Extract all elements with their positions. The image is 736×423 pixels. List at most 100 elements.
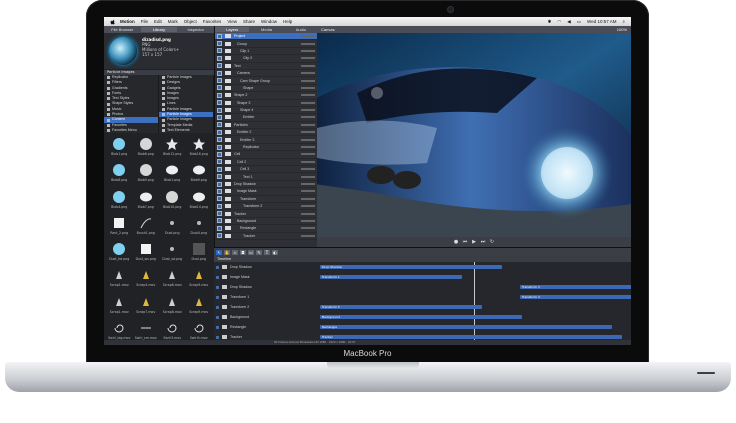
timeline-clip-bar[interactable]: Drop Shadow — [320, 265, 502, 269]
library-thumbnail[interactable]: Scrap9.mov — [187, 267, 212, 291]
library-thumbnail[interactable]: Rect_2.png — [107, 215, 132, 239]
layer-opacity-slider[interactable] — [301, 160, 315, 163]
shape-tool-icon[interactable]: ▭ — [248, 250, 254, 255]
track-enable-checkbox[interactable] — [216, 315, 219, 319]
layer-row[interactable]: Emitter 3 — [215, 136, 318, 144]
record-button[interactable]: ● — [454, 239, 459, 245]
layer-opacity-slider[interactable] — [301, 116, 315, 119]
library-thumbnail[interactable]: Blob1.png — [160, 162, 185, 186]
layer-row[interactable]: Transform 2 — [215, 203, 318, 211]
timeline-track-name[interactable]: Transform 2 — [214, 304, 317, 311]
library-thumbnail[interactable]: Scrap8.mov — [160, 294, 185, 318]
layer-row[interactable]: Text — [215, 63, 318, 70]
layer-opacity-slider[interactable] — [301, 168, 315, 171]
layer-visibility-checkbox[interactable] — [217, 85, 222, 91]
layer-opacity-slider[interactable] — [301, 219, 315, 222]
library-thumbnail[interactable]: Blob14.png — [187, 189, 212, 213]
layer-visibility-checkbox[interactable] — [217, 129, 222, 135]
library-thumbnail[interactable]: Blob9.png — [187, 162, 212, 186]
layer-row[interactable]: Transform — [215, 196, 318, 203]
layer-row[interactable]: Tracker — [215, 233, 318, 240]
library-thumbnail[interactable]: Blob16.png — [187, 136, 212, 160]
layer-row[interactable]: Cell — [215, 151, 318, 159]
layer-row[interactable]: Cell 3 — [215, 166, 318, 174]
playhead[interactable] — [474, 262, 475, 345]
timeline-track-name[interactable]: Transform 1 — [214, 294, 317, 301]
layer-visibility-checkbox[interactable] — [217, 78, 222, 84]
apple-menu-icon[interactable] — [110, 19, 116, 25]
track-enable-checkbox[interactable] — [216, 275, 219, 279]
layer-opacity-slider[interactable] — [301, 49, 315, 52]
library-thumbnail[interactable]: Blob7.png — [134, 189, 159, 213]
layer-row[interactable]: Group — [215, 40, 318, 48]
layer-row[interactable]: Particles — [215, 122, 318, 130]
layer-opacity-slider[interactable] — [301, 42, 315, 45]
timeline-track-name[interactable]: Drop Shadow — [214, 264, 317, 271]
layer-row[interactable]: Background — [215, 218, 318, 226]
library-thumbnail[interactable]: Scrap7.mov — [134, 294, 159, 318]
menu-clock[interactable]: Wed 10:57 AM — [587, 19, 616, 24]
layer-opacity-slider[interactable] — [301, 101, 315, 104]
layer-visibility-checkbox[interactable] — [217, 166, 222, 172]
layer-row[interactable]: Shape 2 — [215, 92, 318, 100]
timeline-clip-bar[interactable]: Tracker — [320, 335, 622, 339]
layer-visibility-checkbox[interactable] — [217, 181, 222, 187]
layer-row[interactable]: Cell 2 — [215, 159, 318, 167]
library-thumbnail[interactable]: Blob4.png — [107, 189, 132, 213]
layer-visibility-checkbox[interactable] — [217, 218, 222, 224]
layer-visibility-checkbox[interactable] — [217, 70, 222, 76]
track-enable-checkbox[interactable] — [216, 325, 219, 329]
layer-opacity-slider[interactable] — [301, 35, 315, 38]
zoom-tool-icon[interactable]: ⌕ — [232, 250, 238, 255]
library-thumbnail[interactable]: Scrap1.mov — [107, 267, 132, 291]
tab-inspector[interactable]: Inspector — [177, 27, 214, 32]
timeline-track-name[interactable]: Rectangle — [214, 324, 317, 331]
layer-row[interactable]: Drop Shadow — [215, 181, 318, 189]
layer-opacity-slider[interactable] — [301, 234, 315, 237]
library-thumbnail[interactable]: Scrap4.mov — [134, 267, 159, 291]
play-button[interactable]: ▶ — [472, 239, 477, 245]
wifi-icon[interactable]: ◠ — [557, 19, 561, 25]
go-to-start-button[interactable]: ⏮ — [463, 239, 468, 245]
layer-row[interactable]: Rectangle — [215, 225, 318, 233]
volume-icon[interactable]: ◀ — [567, 19, 570, 25]
layer-opacity-slider[interactable] — [301, 183, 315, 185]
timeline-clip-bar[interactable]: Transform 4 — [520, 295, 631, 299]
menu-object[interactable]: Object — [184, 19, 197, 24]
layer-opacity-slider[interactable] — [301, 57, 315, 60]
layer-row[interactable]: Text 1 — [215, 173, 318, 181]
tab-library[interactable]: Library — [140, 27, 178, 32]
layer-visibility-checkbox[interactable] — [217, 92, 222, 98]
menu-mark[interactable]: Mark — [168, 19, 178, 24]
library-thumbnail[interactable]: Dust.png — [187, 241, 212, 265]
library-thumbnail[interactable]: Dust_sd.png — [160, 241, 185, 265]
loop-button[interactable]: ↻ — [490, 239, 495, 245]
layer-opacity-slider[interactable] — [301, 79, 315, 82]
menu-file[interactable]: File — [141, 19, 148, 24]
layer-row[interactable]: Image Mask — [215, 188, 318, 196]
menu-help[interactable]: Help — [283, 19, 292, 24]
layer-opacity-slider[interactable] — [301, 138, 315, 141]
layer-visibility-checkbox[interactable] — [217, 211, 222, 217]
layer-row[interactable]: Project — [215, 33, 318, 41]
layer-visibility-checkbox[interactable] — [217, 122, 222, 128]
timeline-track-name[interactable]: Image Mask — [214, 274, 317, 281]
canvas-viewer[interactable]: Canvas 100% ● ⏮ ▶ ⏭ ↻ — [317, 26, 631, 247]
canvas-zoom[interactable]: 100% — [617, 27, 627, 32]
mask-tool-icon[interactable]: ◐ — [272, 250, 278, 255]
layer-row[interactable]: Clip 1 — [215, 48, 318, 56]
layer-opacity-slider[interactable] — [301, 123, 315, 126]
layer-visibility-checkbox[interactable] — [217, 159, 222, 165]
layer-visibility-checkbox[interactable] — [217, 41, 222, 47]
layer-visibility-checkbox[interactable] — [217, 188, 222, 194]
library-thumbnail[interactable]: Blob1.png — [107, 136, 132, 160]
timeline-track-name[interactable]: Drop Shadow — [214, 284, 317, 291]
layer-visibility-checkbox[interactable] — [217, 107, 222, 113]
layer-row[interactable]: Cam Shape Group — [215, 77, 318, 85]
timeline-clip-bar[interactable]: Transform 3 — [520, 285, 631, 289]
library-thumbnail[interactable]: Blob6.png — [134, 136, 159, 160]
track-enable-checkbox[interactable] — [216, 335, 219, 339]
track-enable-checkbox[interactable] — [216, 285, 219, 289]
track-enable-checkbox[interactable] — [216, 305, 219, 309]
layer-row[interactable]: Shape 3 — [215, 100, 318, 107]
